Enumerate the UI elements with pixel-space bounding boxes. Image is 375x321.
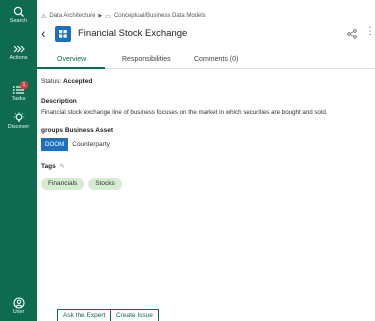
left-rail: Search Actions 1 Tasks Discover User xyxy=(0,0,37,321)
footer-actions: Ask the Expert Create Issue xyxy=(37,309,375,321)
groups-heading: groups Business Asset xyxy=(41,127,114,134)
business-asset-icon xyxy=(55,26,71,42)
create-issue-button[interactable]: Create Issue xyxy=(110,309,159,321)
app: Search Actions 1 Tasks Discover User ⚠ D… xyxy=(0,0,375,321)
tag-chip[interactable]: Stocks xyxy=(88,178,122,190)
rail-actions[interactable]: Actions xyxy=(0,43,37,62)
rail-user[interactable]: User xyxy=(0,297,37,316)
main-area: ⚠ Data Architecture ▶ ▭ Conceptual/Busin… xyxy=(37,0,375,321)
user-icon xyxy=(12,297,25,309)
more-options-icon[interactable]: ⋮ xyxy=(365,27,375,39)
rail-search-label: Search xyxy=(9,18,28,24)
status-line: Status: Accepted xyxy=(41,78,92,85)
ask-the-expert-button[interactable]: Ask the Expert xyxy=(57,309,112,321)
breadcrumb-item-2[interactable]: Conceptual/Business Data Models xyxy=(114,13,206,19)
lightbulb-icon xyxy=(13,112,24,122)
status-value: Accepted xyxy=(63,78,93,85)
rail-tasks-label: Tasks xyxy=(11,96,26,102)
active-tab-indicator xyxy=(37,67,105,69)
rail-actions-label: Actions xyxy=(9,55,28,61)
hierarchy-icon: ⚠ xyxy=(41,13,47,20)
rail-tasks[interactable]: 1 Tasks xyxy=(0,81,37,103)
breadcrumb-separator-icon: ▶ xyxy=(98,13,103,19)
search-icon xyxy=(13,6,24,17)
tasks-badge: 1 xyxy=(20,81,28,89)
breadcrumb-item-1[interactable]: Data Architecture xyxy=(49,13,95,19)
share-icon[interactable] xyxy=(347,29,357,39)
tag-list: Financials Stocks xyxy=(41,178,122,190)
tags-heading-row: Tags ✎ xyxy=(41,163,65,170)
description-heading: Description xyxy=(41,98,77,105)
group-row: DOOM Counterparty xyxy=(41,138,110,151)
tab-comments[interactable]: Comments (0) xyxy=(194,56,238,63)
tab-overview[interactable]: Overview xyxy=(57,56,86,63)
tag-chip[interactable]: Financials xyxy=(41,178,85,190)
rail-user-label: User xyxy=(12,309,25,315)
rail-search[interactable]: Search xyxy=(0,6,37,25)
status-label: Status: xyxy=(41,78,62,85)
actions-icon xyxy=(13,45,25,53)
domain-name[interactable]: Counterparty xyxy=(72,141,110,148)
rail-discover-label: Discover xyxy=(7,124,30,130)
back-chevron-icon[interactable]: ‹ xyxy=(41,26,51,42)
edit-pencil-icon[interactable]: ✎ xyxy=(60,163,65,170)
tags-heading: Tags xyxy=(41,163,56,170)
description-text: Financial stock exchange line of busines… xyxy=(41,109,328,116)
rail-discover[interactable]: Discover xyxy=(0,112,37,131)
page-title: Financial Stock Exchange xyxy=(78,28,188,39)
tab-responsibilities[interactable]: Responsibilities xyxy=(122,56,171,63)
breadcrumb: ⚠ Data Architecture ▶ ▭ Conceptual/Busin… xyxy=(41,12,206,20)
title-bar: ‹ Financial Stock Exchange ⋮ xyxy=(37,24,375,44)
model-icon: ▭ xyxy=(105,13,111,20)
domain-badge[interactable]: DOOM xyxy=(41,138,69,151)
